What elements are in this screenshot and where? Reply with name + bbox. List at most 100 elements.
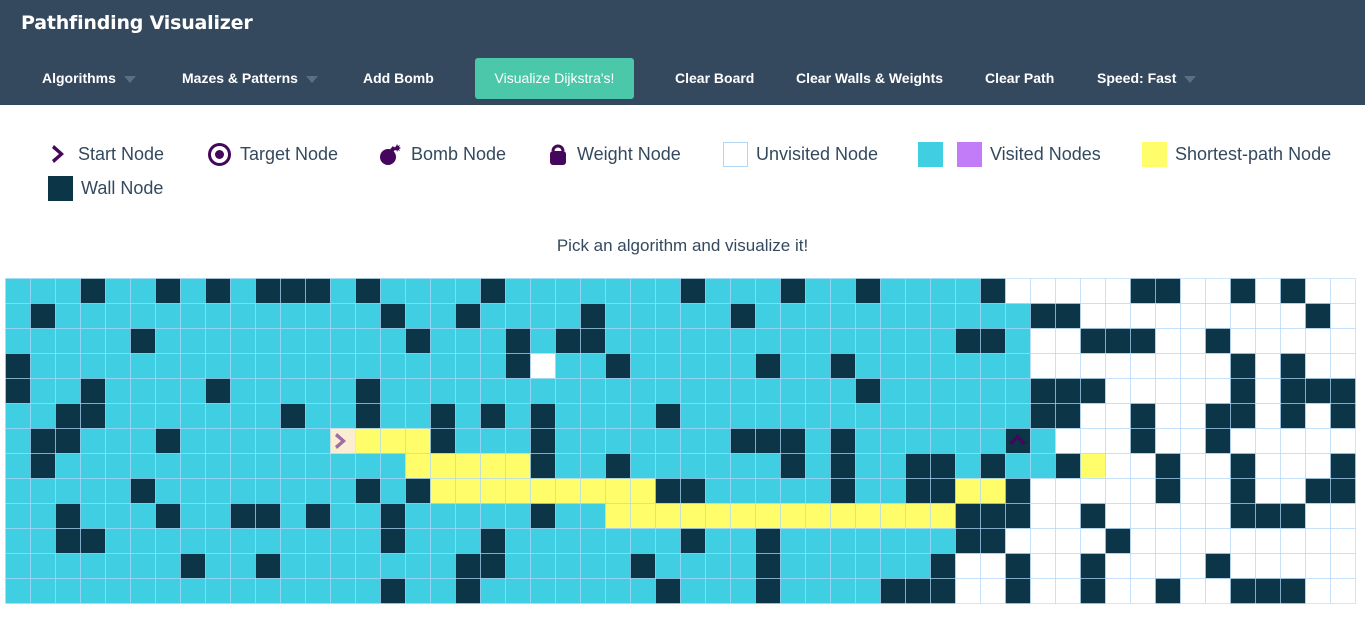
- visited-node[interactable]: [305, 528, 331, 554]
- visited-node[interactable]: [330, 528, 356, 554]
- unvisited-node[interactable]: [1105, 428, 1131, 454]
- visited-node[interactable]: [180, 428, 206, 454]
- unvisited-node[interactable]: [1055, 553, 1081, 579]
- unvisited-node[interactable]: [1205, 503, 1231, 529]
- wall-node[interactable]: [530, 453, 556, 479]
- wall-node[interactable]: [305, 278, 331, 304]
- wall-node[interactable]: [380, 528, 406, 554]
- visited-node[interactable]: [180, 528, 206, 554]
- wall-node[interactable]: [780, 428, 806, 454]
- unvisited-node[interactable]: [1155, 403, 1181, 429]
- visited-node[interactable]: [130, 528, 156, 554]
- wall-node[interactable]: [1330, 403, 1356, 429]
- visited-node[interactable]: [805, 353, 831, 379]
- visited-node[interactable]: [205, 528, 231, 554]
- visited-node[interactable]: [305, 328, 331, 354]
- wall-node[interactable]: [980, 453, 1006, 479]
- visited-node[interactable]: [705, 453, 731, 479]
- start-node[interactable]: [355, 428, 381, 454]
- visited-node[interactable]: [855, 453, 881, 479]
- wall-node[interactable]: [205, 278, 231, 304]
- wall-node[interactable]: [580, 328, 606, 354]
- visited-node[interactable]: [30, 278, 56, 304]
- unvisited-node[interactable]: [1205, 578, 1231, 604]
- wall-node[interactable]: [1080, 378, 1106, 404]
- visited-node[interactable]: [630, 428, 656, 454]
- unvisited-node[interactable]: [1105, 303, 1131, 329]
- visited-node[interactable]: [430, 328, 456, 354]
- visited-node[interactable]: [530, 278, 556, 304]
- visited-node[interactable]: [655, 528, 681, 554]
- wall-node[interactable]: [1105, 328, 1131, 354]
- visualize-button[interactable]: Visualize Dijkstra's!: [475, 58, 634, 99]
- unvisited-node[interactable]: [1155, 503, 1181, 529]
- visited-node[interactable]: [155, 553, 181, 579]
- wall-node[interactable]: [1155, 478, 1181, 504]
- visited-node[interactable]: [5, 303, 31, 329]
- visited-node[interactable]: [730, 353, 756, 379]
- visited-node[interactable]: [230, 303, 256, 329]
- visited-node[interactable]: [730, 328, 756, 354]
- visited-node[interactable]: [905, 378, 931, 404]
- wall-node[interactable]: [955, 528, 981, 554]
- visited-node[interactable]: [305, 403, 331, 429]
- unvisited-node[interactable]: [1155, 378, 1181, 404]
- wall-node[interactable]: [80, 278, 106, 304]
- visited-node[interactable]: [905, 353, 931, 379]
- visited-node[interactable]: [530, 528, 556, 554]
- visited-node[interactable]: [505, 403, 531, 429]
- visited-node[interactable]: [755, 453, 781, 479]
- wall-node[interactable]: [1255, 578, 1281, 604]
- visited-node[interactable]: [230, 328, 256, 354]
- visited-node[interactable]: [730, 453, 756, 479]
- visited-node[interactable]: [330, 478, 356, 504]
- wall-node[interactable]: [1105, 528, 1131, 554]
- wall-node[interactable]: [555, 328, 581, 354]
- unvisited-node[interactable]: [1105, 478, 1131, 504]
- visited-node[interactable]: [730, 278, 756, 304]
- wall-node[interactable]: [1230, 403, 1256, 429]
- wall-node[interactable]: [605, 453, 631, 479]
- visited-node[interactable]: [330, 278, 356, 304]
- visited-node[interactable]: [555, 528, 581, 554]
- shortest-path-node[interactable]: [505, 478, 531, 504]
- visited-node[interactable]: [680, 378, 706, 404]
- wall-node[interactable]: [1230, 453, 1256, 479]
- wall-node[interactable]: [480, 278, 506, 304]
- visited-node[interactable]: [130, 303, 156, 329]
- unvisited-node[interactable]: [1330, 528, 1356, 554]
- visited-node[interactable]: [480, 503, 506, 529]
- wall-node[interactable]: [80, 528, 106, 554]
- visited-node[interactable]: [155, 328, 181, 354]
- visited-node[interactable]: [880, 553, 906, 579]
- visited-node[interactable]: [480, 353, 506, 379]
- unvisited-node[interactable]: [1205, 453, 1231, 479]
- unvisited-node[interactable]: [1255, 428, 1281, 454]
- wall-node[interactable]: [155, 428, 181, 454]
- unvisited-node[interactable]: [1255, 478, 1281, 504]
- visited-node[interactable]: [80, 453, 106, 479]
- wall-node[interactable]: [580, 303, 606, 329]
- visited-node[interactable]: [5, 428, 31, 454]
- wall-node[interactable]: [930, 453, 956, 479]
- unvisited-node[interactable]: [1255, 328, 1281, 354]
- visited-node[interactable]: [755, 378, 781, 404]
- unvisited-node[interactable]: [1255, 528, 1281, 554]
- wall-node[interactable]: [355, 278, 381, 304]
- brand-title[interactable]: Pathfinding Visualizer: [21, 12, 253, 34]
- visited-node[interactable]: [230, 353, 256, 379]
- visited-node[interactable]: [280, 453, 306, 479]
- visited-node[interactable]: [455, 428, 481, 454]
- unvisited-node[interactable]: [1130, 528, 1156, 554]
- visited-node[interactable]: [255, 428, 281, 454]
- wall-node[interactable]: [405, 478, 431, 504]
- visited-node[interactable]: [780, 403, 806, 429]
- visited-node[interactable]: [80, 428, 106, 454]
- visited-node[interactable]: [105, 303, 131, 329]
- visited-node[interactable]: [805, 528, 831, 554]
- visited-node[interactable]: [5, 453, 31, 479]
- wall-node[interactable]: [830, 428, 856, 454]
- wall-node[interactable]: [1230, 503, 1256, 529]
- visited-node[interactable]: [1005, 353, 1031, 379]
- unvisited-node[interactable]: [1180, 503, 1206, 529]
